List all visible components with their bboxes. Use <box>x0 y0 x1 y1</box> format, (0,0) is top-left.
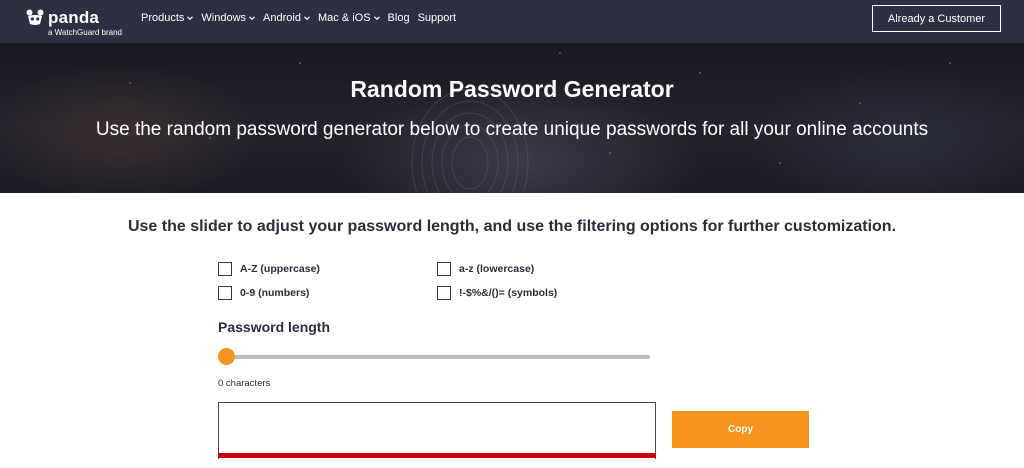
symbols-checkbox[interactable] <box>437 286 451 300</box>
main-menu: Products Windows Android Mac & iOS Blog … <box>141 11 464 25</box>
chevron-down-icon <box>187 16 194 21</box>
nav-item-label: Blog <box>387 12 410 24</box>
chevron-down-icon <box>373 16 380 21</box>
option-lowercase[interactable]: a-z (lowercase) <box>437 262 534 276</box>
character-count: 0 characters <box>218 378 271 389</box>
copy-button[interactable]: Copy <box>672 411 809 448</box>
option-label: A-Z (uppercase) <box>240 263 320 275</box>
logo-tagline: a WatchGuard brand <box>48 28 122 37</box>
option-label: 0-9 (numbers) <box>240 287 310 299</box>
page-subtitle: Use the random password generator below … <box>95 119 929 140</box>
nav-item-windows[interactable]: Windows <box>201 12 255 24</box>
chevron-down-icon <box>249 16 255 21</box>
already-customer-button[interactable]: Already a Customer <box>872 5 1001 32</box>
panda-logo[interactable]: panda a WatchGuard brand <box>26 6 136 40</box>
option-label: !-$%&/()= (symbols) <box>459 287 558 299</box>
slider-track[interactable] <box>222 355 650 359</box>
generated-password-field[interactable] <box>218 402 656 459</box>
nav-item-label: Products <box>141 12 185 24</box>
uppercase-checkbox[interactable] <box>218 262 232 276</box>
top-nav: panda a WatchGuard brand Products Window… <box>0 0 1024 43</box>
numbers-checkbox[interactable] <box>218 286 232 300</box>
option-label: a-z (lowercase) <box>459 263 535 275</box>
lowercase-checkbox[interactable] <box>437 262 451 276</box>
slider-handle[interactable] <box>218 348 235 365</box>
hero-banner: Random Password Generator Use the random… <box>0 43 1024 193</box>
logo-wordmark: panda <box>48 8 100 27</box>
password-strength-bar <box>218 453 656 458</box>
option-numbers[interactable]: 0-9 (numbers) <box>218 286 309 300</box>
password-length-label: Password length <box>218 319 331 335</box>
option-uppercase[interactable]: A-Z (uppercase) <box>218 262 320 276</box>
nav-item-label: Mac & iOS <box>317 12 371 24</box>
nav-item-products[interactable]: Products <box>141 12 194 24</box>
page-title: Random Password Generator <box>350 76 674 102</box>
nav-item-label: Windows <box>201 12 247 24</box>
generator-instructions: Use the slider to adjust your password l… <box>127 218 897 235</box>
chevron-down-icon <box>304 16 310 21</box>
nav-item-support[interactable]: Support <box>418 12 457 24</box>
panda-logo-icon <box>26 9 44 25</box>
fingerprint-background-image <box>129 52 951 193</box>
nav-item-mac-ios[interactable]: Mac & iOS <box>318 12 380 24</box>
nav-item-label: Android <box>263 12 301 24</box>
nav-item-android[interactable]: Android <box>263 12 310 24</box>
nav-item-blog[interactable]: Blog <box>388 12 410 24</box>
option-symbols[interactable]: !-$%&/()= (symbols) <box>437 286 557 300</box>
password-length-slider[interactable] <box>218 346 651 366</box>
nav-item-label: Support <box>417 12 457 24</box>
